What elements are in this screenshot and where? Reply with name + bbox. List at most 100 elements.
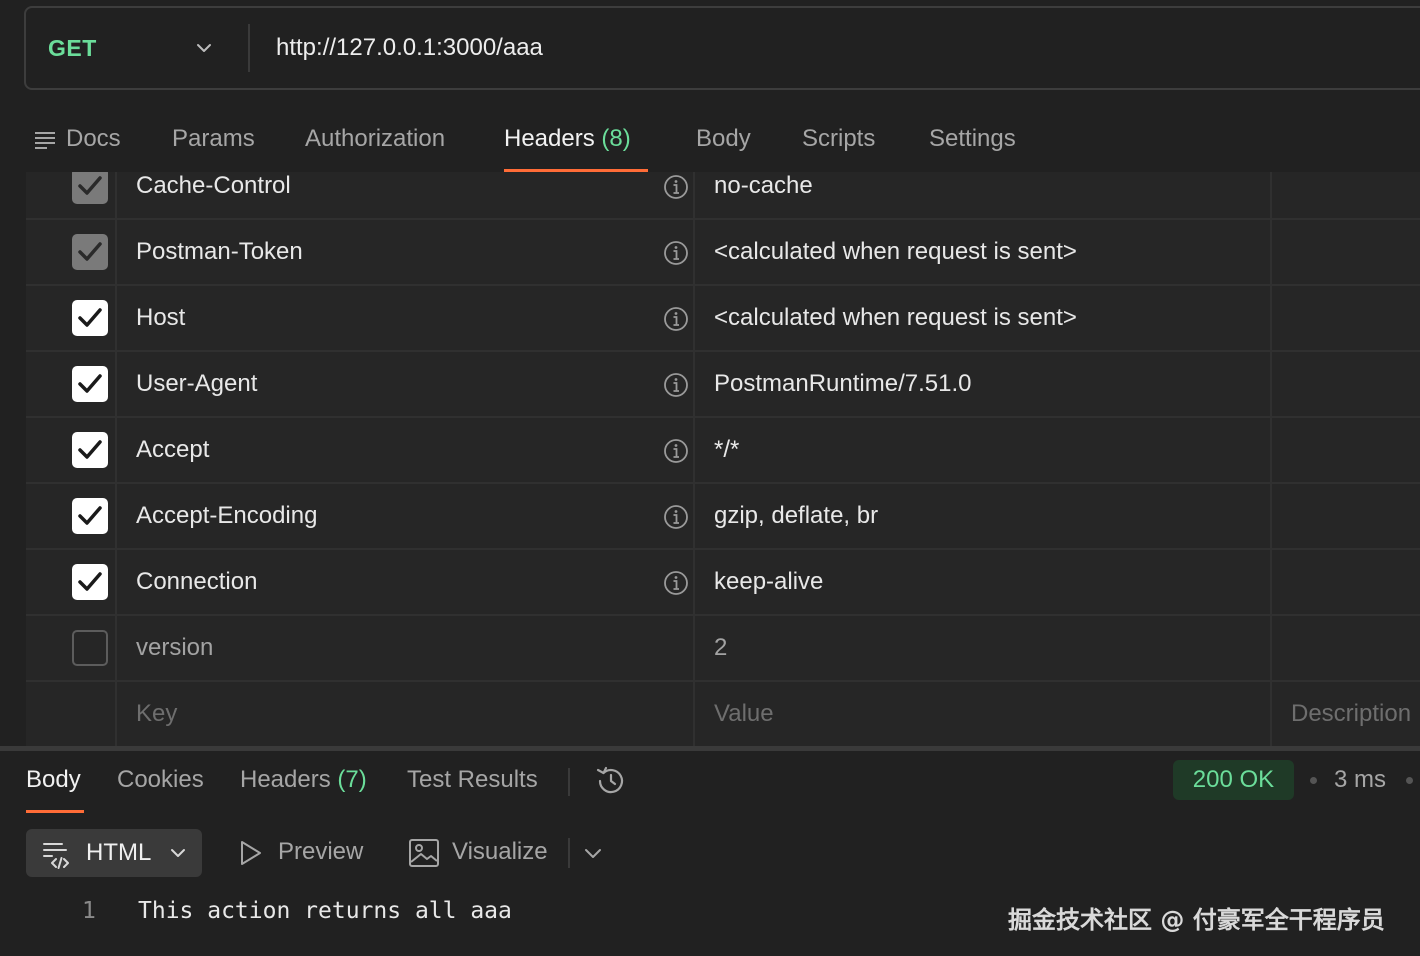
response-time[interactable]: 3 ms xyxy=(1334,766,1386,794)
value-cell[interactable]: keep-alive xyxy=(695,550,1272,614)
value-placeholder: Value xyxy=(714,700,774,727)
key-cell[interactable]: Accept-Encoding xyxy=(117,484,695,548)
description-cell[interactable] xyxy=(1272,550,1420,614)
row-checkbox[interactable] xyxy=(72,630,108,666)
divider xyxy=(568,838,570,868)
separator-dot xyxy=(1406,777,1413,784)
format-label: HTML xyxy=(86,839,152,866)
key-input[interactable]: Key xyxy=(117,682,695,748)
request-tabs: Docs Params Authorization Headers (8) Bo… xyxy=(0,108,1420,172)
visualize-button[interactable]: Visualize xyxy=(452,838,548,866)
value-cell[interactable]: 2 xyxy=(695,616,1272,680)
value-cell[interactable]: */* xyxy=(695,418,1272,482)
response-tab-headers[interactable]: Headers (7) xyxy=(240,766,367,794)
format-select[interactable]: HTML xyxy=(26,829,202,877)
row-checkbox-cell xyxy=(26,286,117,350)
response-tab-body[interactable]: Body xyxy=(26,766,81,794)
value-cell[interactable]: PostmanRuntime/7.51.0 xyxy=(695,352,1272,416)
history-icon[interactable] xyxy=(594,764,628,798)
description-cell[interactable] xyxy=(1272,286,1420,350)
status-badge[interactable]: 200 OK xyxy=(1173,760,1294,800)
method-label: GET xyxy=(48,34,97,61)
header-key: User-Agent xyxy=(136,370,258,397)
key-cell[interactable]: Postman-Token xyxy=(117,220,695,284)
header-value: gzip, deflate, br xyxy=(714,502,879,529)
tab-docs[interactable]: Docs xyxy=(66,108,121,172)
key-placeholder: Key xyxy=(136,700,178,727)
value-cell[interactable]: <calculated when request is sent> xyxy=(695,220,1272,284)
chevron-down-icon xyxy=(171,849,185,857)
info-icon[interactable] xyxy=(663,306,689,332)
header-value: 2 xyxy=(714,634,728,661)
header-value: */* xyxy=(714,436,740,463)
tab-headers-label: Headers xyxy=(504,125,595,152)
pane-splitter[interactable] xyxy=(0,746,1420,751)
method-select[interactable]: GET xyxy=(26,8,248,88)
tab-settings[interactable]: Settings xyxy=(929,108,1016,172)
response-tab-cookies[interactable]: Cookies xyxy=(117,766,204,794)
description-cell[interactable] xyxy=(1272,616,1420,680)
info-icon[interactable] xyxy=(663,438,689,464)
code-format-icon xyxy=(43,843,69,869)
row-checkbox[interactable] xyxy=(72,172,108,204)
info-icon[interactable] xyxy=(663,504,689,530)
preview-button[interactable]: Preview xyxy=(278,838,363,866)
value-input[interactable]: Value xyxy=(695,682,1272,748)
description-cell[interactable] xyxy=(1272,220,1420,284)
image-icon[interactable] xyxy=(408,837,440,869)
tab-headers[interactable]: Headers (8) xyxy=(504,108,648,172)
active-tab-indicator xyxy=(26,810,84,813)
chevron-down-icon[interactable] xyxy=(582,842,604,864)
table-row: Cache-Control no-cache xyxy=(26,172,1420,220)
description-cell[interactable] xyxy=(1272,484,1420,548)
info-icon[interactable] xyxy=(663,174,689,200)
row-checkbox[interactable] xyxy=(72,432,108,468)
divider xyxy=(568,768,570,796)
key-cell[interactable]: Connection xyxy=(117,550,695,614)
row-checkbox[interactable] xyxy=(72,498,108,534)
value-cell[interactable]: no-cache xyxy=(695,172,1272,218)
url-input[interactable] xyxy=(250,8,1420,88)
tab-params[interactable]: Params xyxy=(172,108,255,172)
value-cell[interactable]: <calculated when request is sent> xyxy=(695,286,1272,350)
row-checkbox-cell xyxy=(26,550,117,614)
header-value: <calculated when request is sent> xyxy=(714,304,1077,331)
key-cell[interactable]: version xyxy=(117,616,695,680)
header-key: Cache-Control xyxy=(136,172,291,199)
tab-headers-count: (8) xyxy=(601,125,631,152)
info-icon[interactable] xyxy=(663,372,689,398)
check-icon xyxy=(78,176,102,195)
row-checkbox-cell xyxy=(26,682,117,748)
description-cell[interactable] xyxy=(1272,352,1420,416)
description-cell[interactable] xyxy=(1272,418,1420,482)
response-body-line: This action returns all aaa xyxy=(138,898,512,924)
description-input[interactable]: Description xyxy=(1272,682,1420,748)
check-icon xyxy=(78,572,102,591)
key-cell[interactable]: Accept xyxy=(117,418,695,482)
check-icon xyxy=(78,308,102,327)
value-cell[interactable]: gzip, deflate, br xyxy=(695,484,1272,548)
response-tabs: Body Cookies Headers (7) Test Results 20… xyxy=(0,752,1420,813)
tab-authorization[interactable]: Authorization xyxy=(305,108,445,172)
tab-scripts[interactable]: Scripts xyxy=(802,108,875,172)
watermark: 掘金技术社区 @ 付豪军全干程序员 xyxy=(1008,906,1385,934)
response-tab-test-results[interactable]: Test Results xyxy=(407,766,538,794)
row-checkbox[interactable] xyxy=(72,564,108,600)
row-checkbox[interactable] xyxy=(72,234,108,270)
header-value: <calculated when request is sent> xyxy=(714,238,1077,265)
table-row: version 2 xyxy=(26,616,1420,682)
key-cell[interactable]: Host xyxy=(117,286,695,350)
key-cell[interactable]: User-Agent xyxy=(117,352,695,416)
tab-body[interactable]: Body xyxy=(696,108,751,172)
row-checkbox[interactable] xyxy=(72,366,108,402)
row-checkbox[interactable] xyxy=(72,300,108,336)
info-icon[interactable] xyxy=(663,240,689,266)
table-row: Connection keep-alive xyxy=(26,550,1420,616)
header-key: Host xyxy=(136,304,186,331)
chevron-down-icon xyxy=(197,44,211,52)
header-key: Connection xyxy=(136,568,258,595)
key-cell[interactable]: Cache-Control xyxy=(117,172,695,218)
info-icon[interactable] xyxy=(663,570,689,596)
play-icon[interactable] xyxy=(238,839,264,867)
description-cell[interactable] xyxy=(1272,172,1420,218)
